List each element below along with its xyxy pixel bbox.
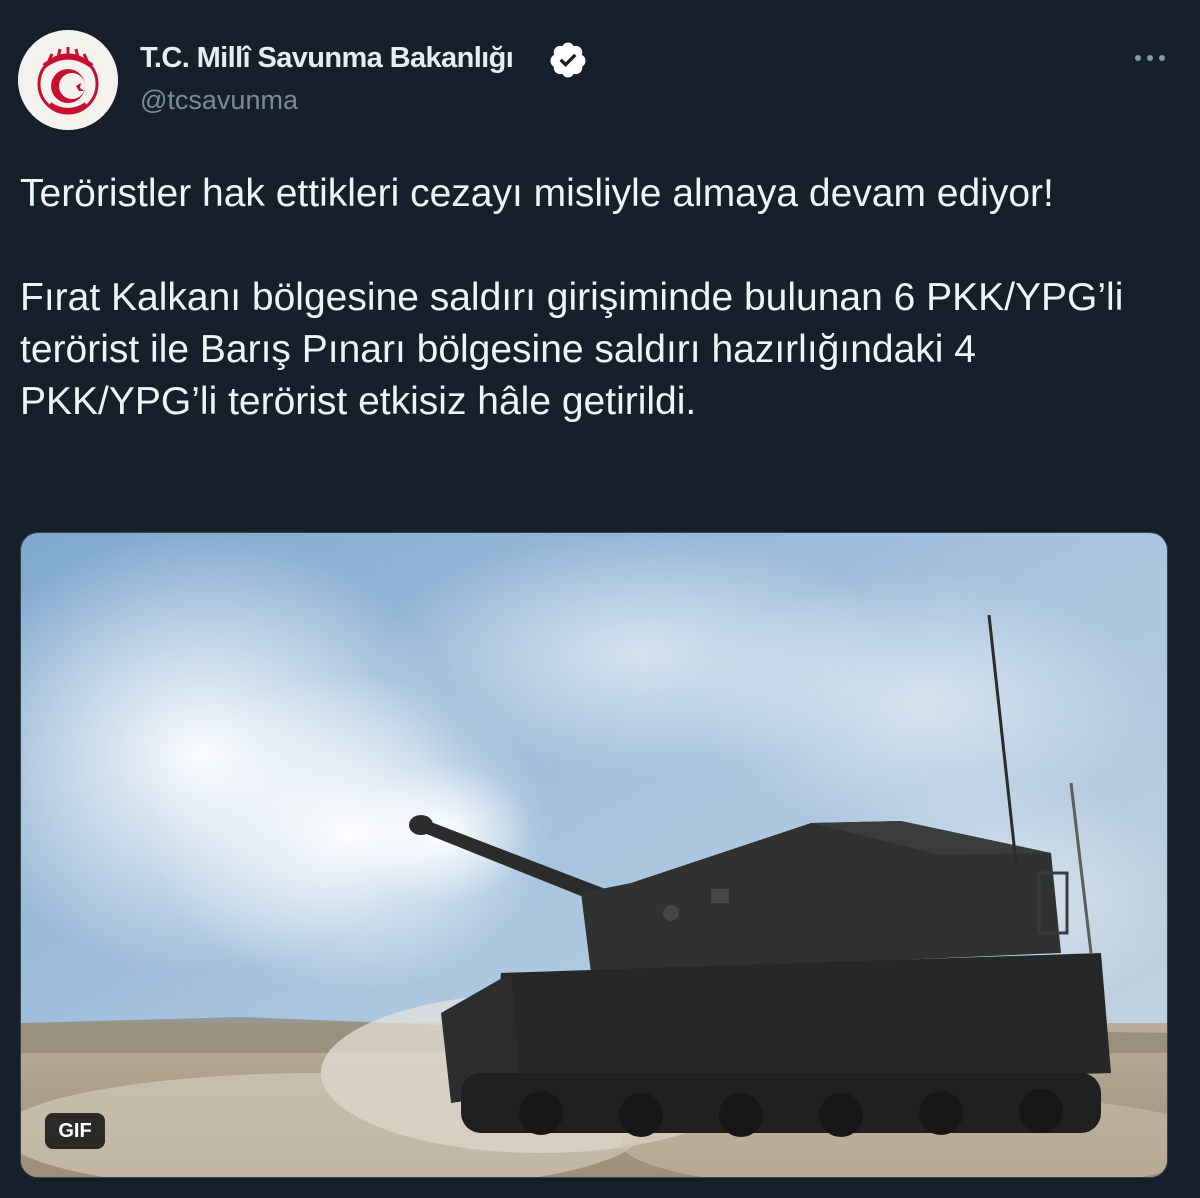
avatar[interactable] <box>18 30 118 130</box>
gif-badge: GIF <box>45 1113 105 1149</box>
author-handle[interactable]: @tcsavunma <box>140 85 298 116</box>
ministry-emblem-icon <box>18 30 118 130</box>
howitzer-firing-image <box>21 533 1167 1177</box>
tweet-card: T.C. Millî Savunma Bakanlığı @tcsavunma … <box>0 0 1200 1198</box>
tweet-text: Teröristler hak ettikleri cezayı misliyl… <box>20 168 1180 428</box>
tweet-media-gif[interactable]: GIF <box>20 532 1168 1178</box>
more-options-icon[interactable] <box>1128 46 1172 70</box>
tweet-paragraph: Fırat Kalkanı bölgesine saldırı girişimi… <box>20 276 1124 423</box>
author-name[interactable]: T.C. Millî Savunma Bakanlığı <box>140 42 514 75</box>
verified-badge-icon <box>550 42 586 78</box>
tweet-paragraph: Teröristler hak ettikleri cezayı misliyl… <box>20 172 1054 215</box>
